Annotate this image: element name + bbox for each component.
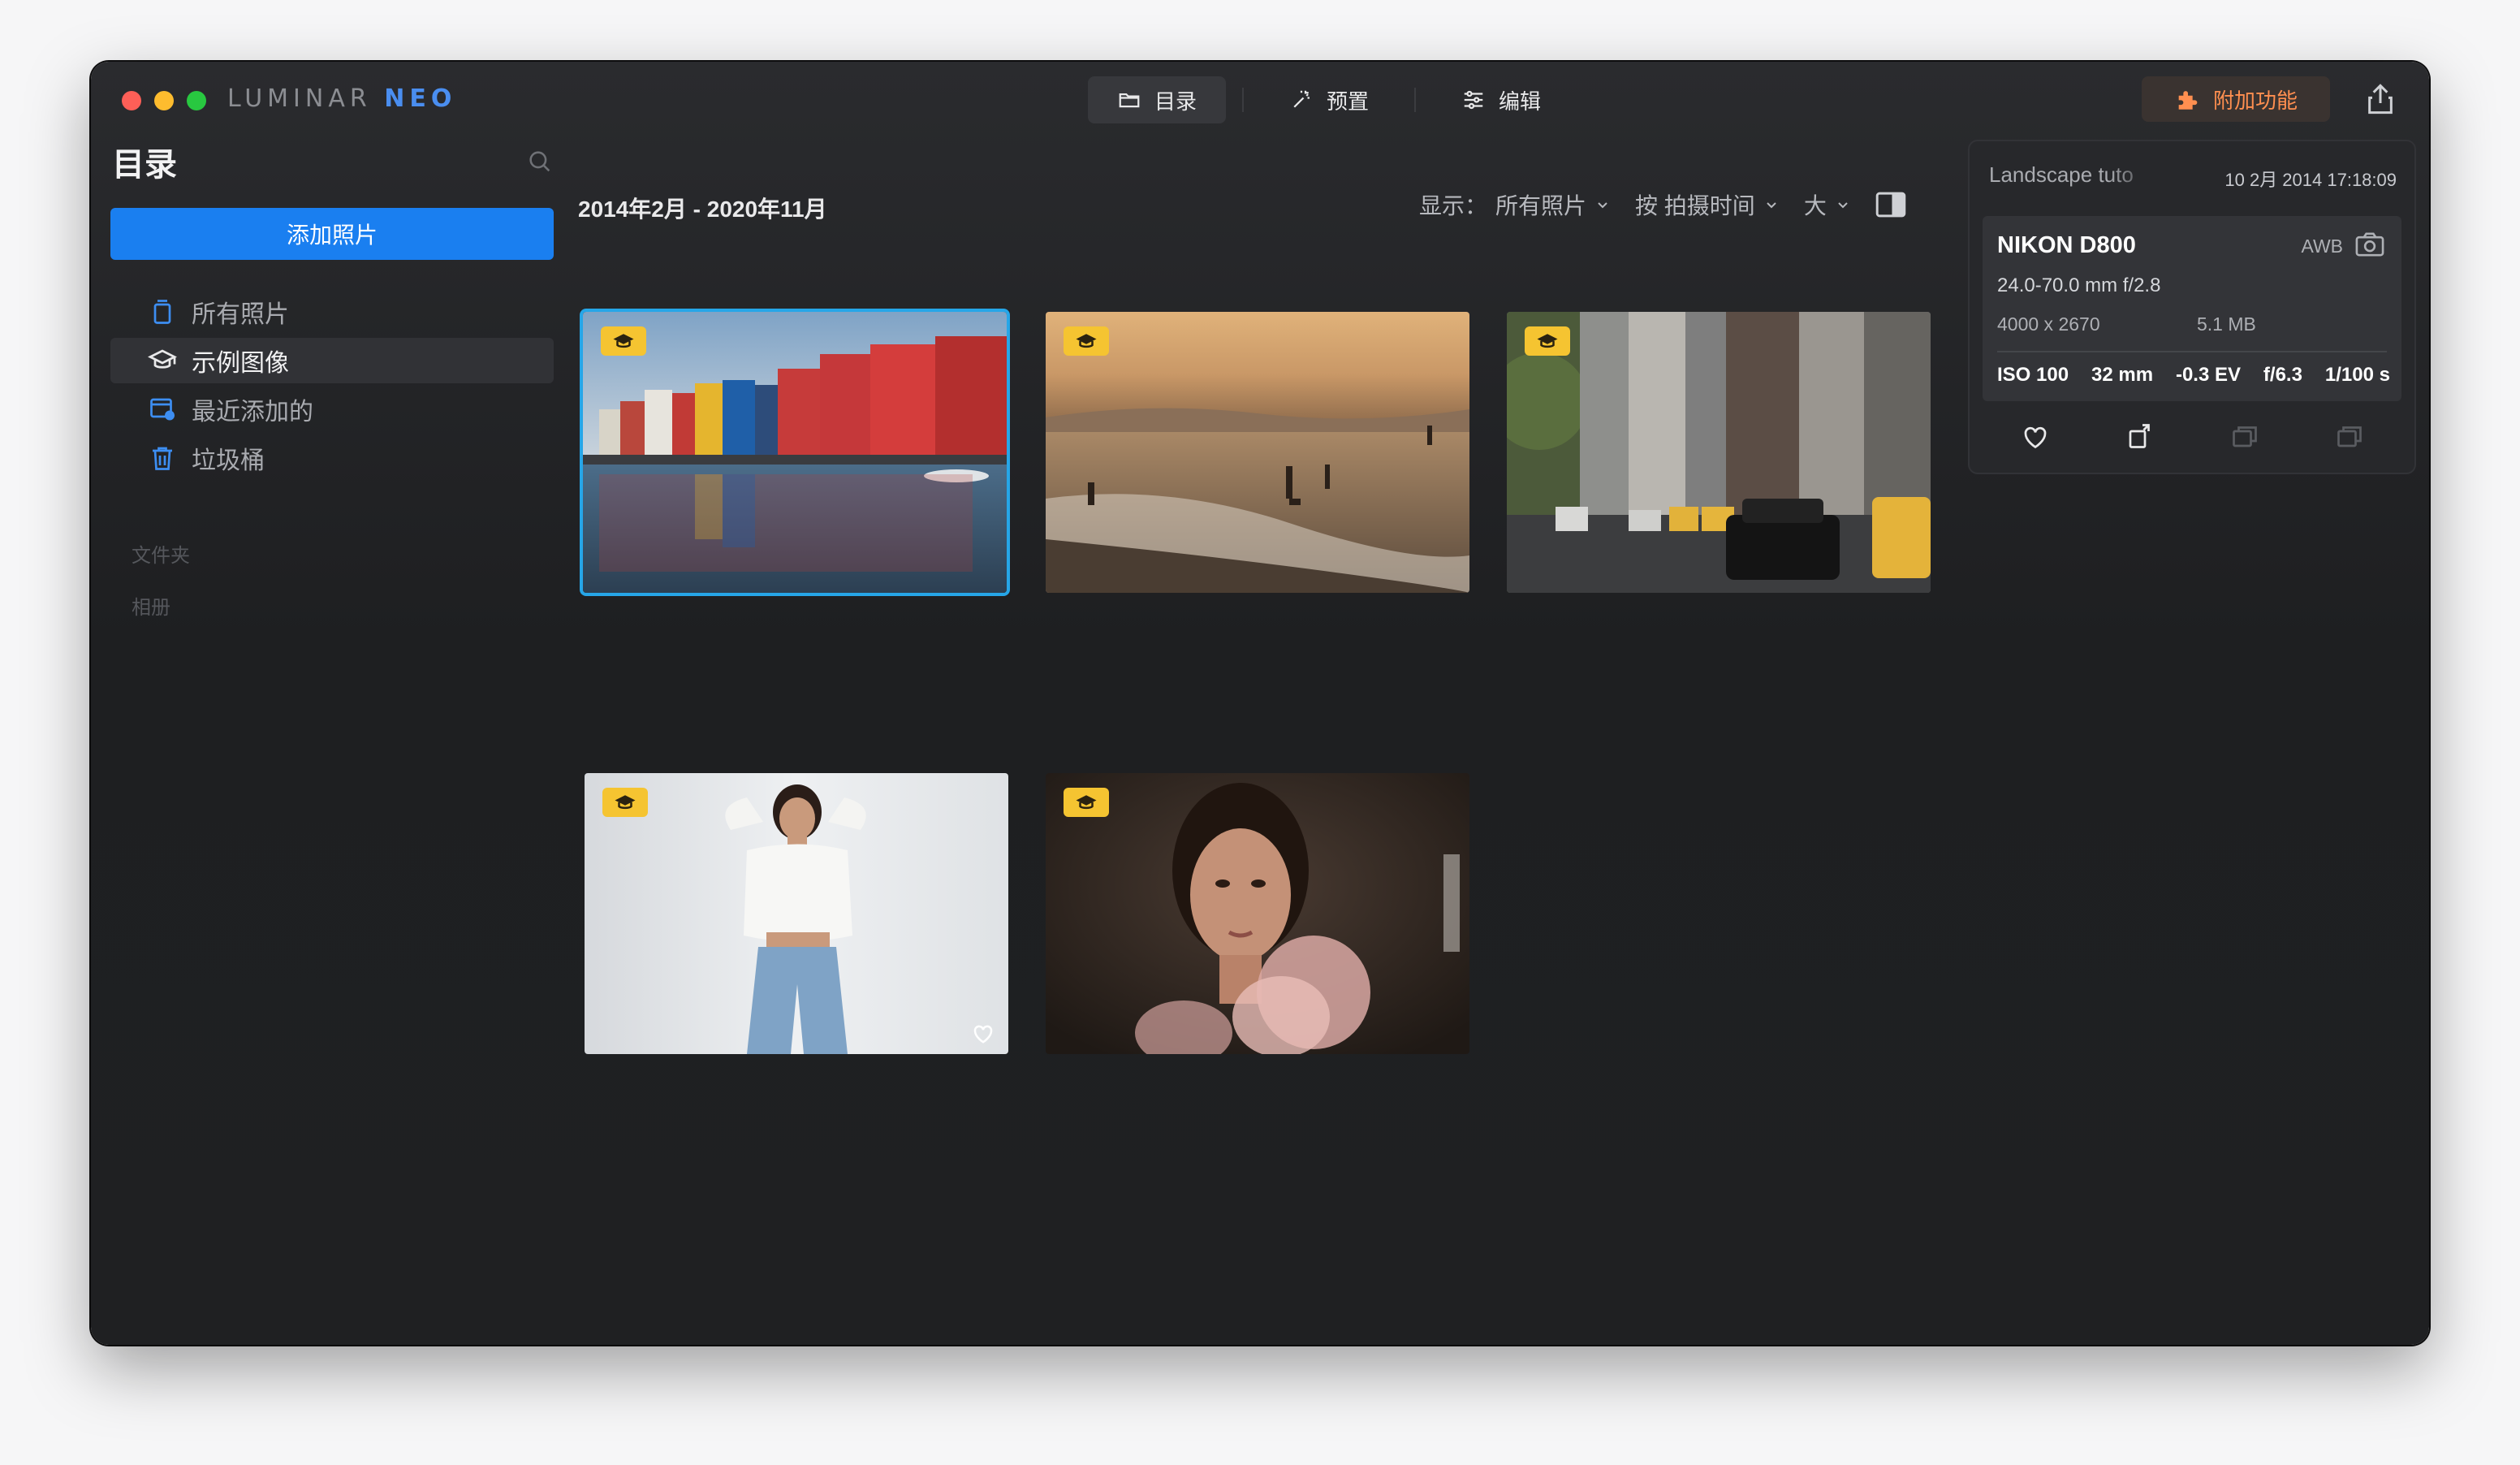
sidebar-title: 目录	[112, 147, 177, 183]
graduation-cap-icon	[613, 334, 634, 348]
divider	[1997, 351, 2387, 352]
exposure-compensation: -0.3 EV	[2175, 364, 2241, 386]
favorite-heart-icon[interactable]	[971, 1022, 995, 1044]
graduation-cap-icon	[148, 349, 177, 369]
recent-added-icon	[150, 398, 175, 421]
show-label: 显示：	[1419, 193, 1488, 218]
iso-value: ISO 100	[1997, 364, 2069, 386]
shutter-speed: 1/100 s	[2324, 364, 2390, 386]
woman-white-top-image	[585, 773, 1008, 1054]
tab-presets[interactable]: 预置	[1260, 76, 1398, 123]
focal-length: 32 mm	[2091, 364, 2154, 386]
panel-actions	[1983, 416, 2401, 456]
sidebar-item-label: 垃圾桶	[192, 447, 265, 474]
camera-model: NIKON D800	[1997, 232, 2136, 258]
sidebar-item-trash[interactable]: 垃圾桶	[110, 435, 554, 481]
graduation-cap-icon	[1076, 334, 1097, 348]
exposure-row: ISO 100 32 mm -0.3 EV f/6.3 1/100 s	[1997, 364, 2390, 387]
section-folders[interactable]: 文件夹	[132, 539, 190, 568]
white-balance: AWB	[2301, 236, 2343, 257]
tab-edit-label: 编辑	[1499, 89, 1542, 114]
tutorial-badge	[1064, 326, 1109, 356]
heart-icon[interactable]	[2021, 421, 2050, 451]
folder-icon	[1119, 93, 1140, 108]
tab-divider	[1414, 88, 1417, 112]
tutorial-badge	[1064, 788, 1109, 817]
app-window: LUMINAR NEO 目录 预置 编辑 附加功能 目录 添加照片 所有照片 示…	[91, 62, 2429, 1345]
photos-stack-icon	[153, 300, 171, 324]
sidebar-item-label: 示例图像	[192, 350, 289, 377]
tab-presets-label: 预置	[1327, 89, 1370, 114]
date-range-title: 2014年2月 - 2020年11月	[578, 197, 827, 222]
thumbnail-harbor-houses[interactable]	[583, 312, 1007, 593]
image-dimensions: 4000 x 2670	[1997, 313, 2100, 335]
size-value: 大	[1803, 193, 1827, 218]
portrait-woman-image	[1046, 773, 1469, 1054]
harbor-houses-image	[583, 312, 1007, 593]
graduation-cap-icon	[615, 795, 636, 810]
paste-settings-icon[interactable]	[2335, 421, 2364, 451]
lens-info: 24.0-70.0 mm f/2.8	[1997, 274, 2161, 296]
filter-value: 所有照片	[1495, 193, 1587, 218]
graduation-cap-icon	[1537, 334, 1558, 348]
thumbnail-size-dropdown[interactable]: 大	[1804, 188, 1851, 221]
copy-settings-icon[interactable]	[2230, 421, 2259, 451]
trash-icon	[153, 447, 172, 470]
info-panel-toggle-icon[interactable]	[1875, 191, 1906, 218]
chevron-down-icon	[1598, 202, 1607, 209]
view-controls: 显示： 所有照片 按 拍摄时间 大	[1419, 188, 1906, 221]
sort-value: 按 拍摄时间	[1635, 193, 1755, 218]
beach-sunset-image	[1046, 312, 1469, 593]
camera-icon	[2355, 232, 2384, 257]
sidebar-item-sample-images[interactable]: 示例图像	[110, 338, 554, 383]
close-window-button[interactable]	[122, 91, 141, 110]
share-icon[interactable]	[2364, 81, 2397, 117]
thumbnail-portrait-woman[interactable]	[1046, 773, 1469, 1054]
search-icon[interactable]	[526, 148, 554, 175]
thumbnail-city-street[interactable]	[1507, 312, 1931, 593]
capture-date: 10 2月 2014 17:18:09	[2224, 170, 2397, 190]
minimize-window-button[interactable]	[154, 91, 174, 110]
extras-label: 附加功能	[2212, 88, 2298, 113]
sliders-icon	[1464, 90, 1483, 110]
sidebar-item-label: 最近添加的	[192, 399, 313, 426]
image-info-panel: Landscape tuto 10 2月 2014 17:18:09 NIKON…	[1968, 140, 2416, 474]
add-photos-button[interactable]: 添加照片	[110, 208, 554, 260]
zoom-window-button[interactable]	[187, 91, 206, 110]
sidebar-item-label: 所有照片	[192, 301, 289, 328]
chevron-down-icon	[1767, 202, 1776, 209]
sort-dropdown[interactable]: 按 拍摄时间	[1635, 188, 1780, 221]
section-albums[interactable]: 相册	[132, 591, 170, 620]
tutorial-badge	[601, 326, 646, 356]
magic-wand-icon	[1293, 90, 1310, 108]
tab-catalog-label: 目录	[1154, 89, 1197, 114]
rotate-icon[interactable]	[2125, 421, 2155, 451]
tutorial-badge	[602, 788, 648, 817]
chevron-down-icon	[1838, 202, 1848, 209]
graduation-cap-icon	[1076, 795, 1097, 810]
aperture-value: f/6.3	[2263, 364, 2302, 386]
file-name: Landscape tuto	[1989, 162, 2134, 187]
extras-button[interactable]: 附加功能	[2142, 76, 2330, 122]
sidebar-item-recently-added[interactable]: 最近添加的	[110, 387, 554, 432]
city-street-image	[1507, 312, 1931, 593]
exif-card: NIKON D800 AWB 24.0-70.0 mm f/2.8 4000 x…	[1983, 216, 2401, 401]
sidebar-item-all-photos[interactable]: 所有照片	[110, 289, 554, 335]
puzzle-icon	[2178, 91, 2198, 110]
tutorial-badge	[1525, 326, 1570, 356]
top-navigation: 目录 预置 编辑	[1088, 76, 1570, 123]
thumbnail-beach-sunset[interactable]	[1046, 312, 1469, 593]
thumbnail-woman-white-top[interactable]	[585, 773, 1008, 1054]
app-logo: LUMINAR NEO	[227, 84, 457, 113]
tab-catalog[interactable]: 目录	[1088, 76, 1227, 123]
file-size: 5.1 MB	[2197, 313, 2256, 335]
filter-dropdown[interactable]: 显示： 所有照片	[1419, 188, 1611, 221]
tab-edit[interactable]: 编辑	[1432, 76, 1570, 123]
tab-divider	[1242, 88, 1245, 112]
